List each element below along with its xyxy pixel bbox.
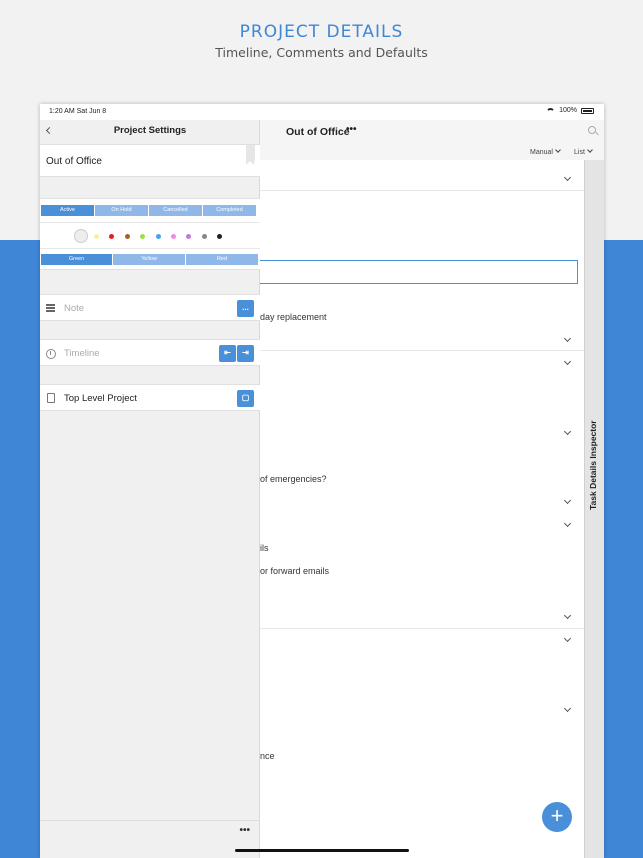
status-bar: 1:20 AM Sat Jun 8 100% xyxy=(40,104,604,120)
chevron-down-icon[interactable] xyxy=(563,427,572,436)
status-on-hold[interactable]: On Hold xyxy=(95,205,148,216)
project-name-field[interactable]: Out of Office xyxy=(40,144,260,177)
timeline-start-button[interactable]: ⇤ xyxy=(219,345,236,362)
task-edit-field[interactable] xyxy=(258,260,578,284)
panel-footer: ••• xyxy=(40,820,260,858)
chevron-down-icon[interactable] xyxy=(563,634,572,643)
color-swatch[interactable] xyxy=(94,234,99,239)
document-icon xyxy=(47,393,55,403)
note-placeholder[interactable]: Note xyxy=(64,303,84,314)
project-name-value[interactable]: Out of Office xyxy=(46,156,102,167)
parent-select-button[interactable]: ▢ xyxy=(237,390,254,407)
project-more-button[interactable]: ••• xyxy=(346,124,357,135)
timeline-end-button[interactable]: ⇥ xyxy=(237,345,254,362)
panel-title: Project Settings xyxy=(113,125,187,136)
chevron-down-icon xyxy=(587,147,593,153)
promo-subtitle: Timeline, Comments and Defaults xyxy=(215,45,428,60)
status-time: 1:20 AM Sat Jun 8 xyxy=(49,108,107,115)
divider xyxy=(260,628,584,629)
status-completed[interactable]: Completed xyxy=(203,205,256,216)
divider xyxy=(260,350,584,351)
chevron-down-icon[interactable] xyxy=(563,173,572,182)
task-text[interactable]: nce xyxy=(260,751,275,761)
view-list-label: List xyxy=(574,149,585,156)
device-screen: 1:20 AM Sat Jun 8 100% Out of Office •••… xyxy=(40,104,604,858)
chevron-down-icon[interactable] xyxy=(563,611,572,620)
note-more-button[interactable]: ... xyxy=(237,300,254,317)
color-none-swatch[interactable] xyxy=(74,229,88,243)
color-swatch[interactable] xyxy=(201,234,207,239)
chevron-down-icon[interactable] xyxy=(563,357,572,366)
color-swatch[interactable] xyxy=(171,234,176,239)
chevron-down-icon[interactable] xyxy=(563,519,572,528)
color-swatch[interactable] xyxy=(155,234,161,239)
timeline-row[interactable]: Timeline ⇤ ⇥ xyxy=(40,339,260,366)
wifi-icon xyxy=(546,107,556,114)
color-swatch[interactable] xyxy=(140,234,146,239)
task-details-inspector[interactable]: Task Details Inspector xyxy=(584,160,604,858)
flag-green[interactable]: Green xyxy=(41,254,112,265)
parent-project-row[interactable]: Top Level Project ▢ xyxy=(40,384,260,411)
task-list: day replacement of emergencies? ils or f… xyxy=(258,160,584,858)
color-swatch[interactable] xyxy=(217,234,223,239)
project-title[interactable]: Out of Office xyxy=(286,126,350,138)
task-text[interactable]: day replacement xyxy=(260,312,327,322)
flag-red[interactable]: Red xyxy=(186,254,258,265)
color-swatch[interactable] xyxy=(186,234,192,239)
chevron-down-icon xyxy=(555,147,561,153)
battery-icon xyxy=(581,107,594,114)
home-indicator xyxy=(235,849,409,852)
task-text[interactable]: ils xyxy=(260,543,269,553)
add-button[interactable]: + xyxy=(542,802,572,832)
timeline-placeholder[interactable]: Timeline xyxy=(64,348,100,359)
color-picker xyxy=(40,222,260,248)
project-settings-panel: Project Settings Out of Office Active On… xyxy=(40,120,260,858)
bookmark-flag-icon[interactable] xyxy=(246,145,255,165)
status-segmented-control: Active On Hold Cancelled Completed xyxy=(40,198,260,222)
panel-more-button[interactable]: ••• xyxy=(239,825,250,836)
status-indicators: 100% xyxy=(546,107,594,114)
parent-project-label[interactable]: Top Level Project xyxy=(64,393,137,404)
chevron-down-icon[interactable] xyxy=(563,496,572,505)
view-list-button[interactable]: List xyxy=(574,147,593,156)
search-icon[interactable] xyxy=(588,126,596,134)
chevron-down-icon[interactable] xyxy=(563,704,572,713)
sort-manual-button[interactable]: Manual xyxy=(530,147,561,156)
battery-percent: 100% xyxy=(559,107,577,114)
note-icon xyxy=(46,304,55,313)
chevron-down-icon[interactable] xyxy=(563,334,572,343)
main-header: Out of Office ••• Manual List xyxy=(260,120,604,160)
divider xyxy=(260,190,584,191)
panel-header: Project Settings xyxy=(40,120,260,144)
sort-manual-label: Manual xyxy=(530,149,553,156)
promo-title: PROJECT DETAILS xyxy=(239,22,404,42)
color-swatch[interactable] xyxy=(124,234,130,239)
status-cancelled[interactable]: Cancelled xyxy=(149,205,202,216)
status-active[interactable]: Active xyxy=(41,205,94,216)
task-text[interactable]: of emergencies? xyxy=(260,474,327,484)
task-text[interactable]: or forward emails xyxy=(260,566,329,576)
clock-icon xyxy=(46,349,56,359)
flag-yellow[interactable]: Yellow xyxy=(113,254,185,265)
inspector-label: Task Details Inspector xyxy=(588,420,598,510)
flag-segmented-control: Green Yellow Red xyxy=(40,248,260,270)
note-row[interactable]: Note ... xyxy=(40,294,260,321)
color-swatch[interactable] xyxy=(109,234,115,239)
